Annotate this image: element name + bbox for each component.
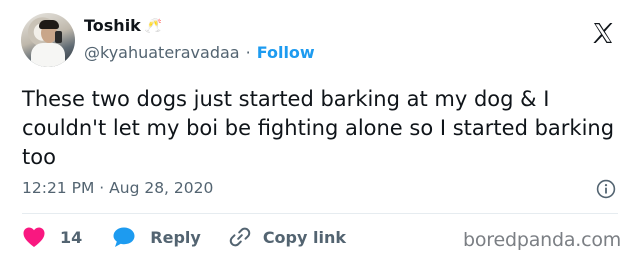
follow-button[interactable]: Follow: [257, 43, 315, 62]
tweet-text: These two dogs just started barking at m…: [22, 87, 615, 169]
reply-label: Reply: [150, 227, 201, 247]
separator-dot: ·: [245, 43, 251, 62]
info-icon[interactable]: [596, 179, 616, 199]
timestamp-separator: ·: [99, 179, 105, 197]
author-handle-row: @kyahuateravadaa · Follow: [84, 43, 315, 62]
author-display-name[interactable]: Toshik: [84, 16, 141, 35]
heart-icon: [23, 227, 45, 247]
like-count: 14: [60, 227, 83, 247]
divider: [22, 213, 618, 214]
boredpanda-watermark: boredpanda.com: [463, 229, 622, 251]
author-handle[interactable]: @kyahuateravadaa: [84, 43, 240, 62]
copy-link-label: Copy link: [262, 227, 346, 247]
speech-bubble-icon: [113, 227, 135, 247]
reply-button[interactable]: Reply: [112, 226, 201, 248]
tweet-date: Aug 28, 2020: [109, 179, 214, 197]
tweet-time: 12:21 PM: [22, 179, 95, 197]
action-bar: 14 Reply Copy link: [22, 226, 346, 248]
author-name-row: Toshik 🥂: [84, 16, 162, 35]
avatar[interactable]: [21, 13, 75, 67]
like-button[interactable]: 14: [22, 226, 82, 248]
clinking-glasses-emoji: 🥂: [144, 17, 163, 34]
link-icon: [229, 227, 251, 247]
tweet-timestamp[interactable]: 12:21 PM · Aug 28, 2020: [22, 179, 213, 197]
x-logo-icon[interactable]: [591, 21, 615, 45]
copy-link-button[interactable]: Copy link: [229, 226, 346, 248]
